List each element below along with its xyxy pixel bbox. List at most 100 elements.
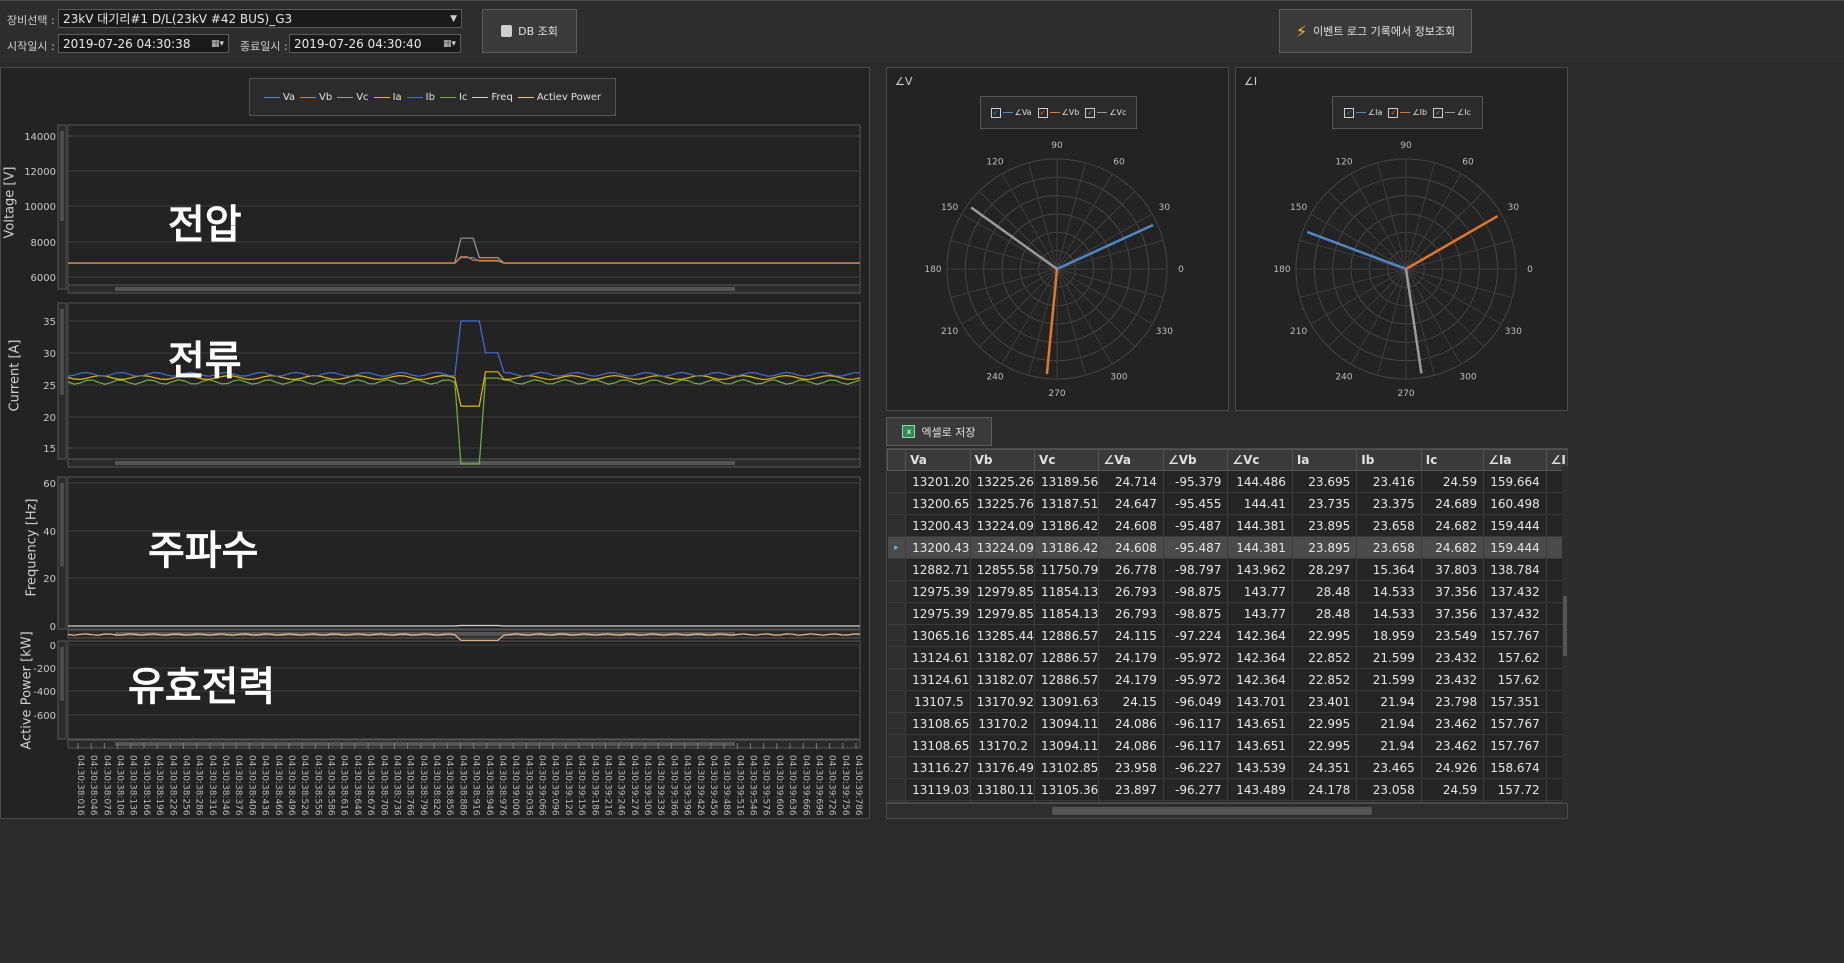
table-cell[interactable]: 24.926 (1421, 756, 1485, 779)
table-cell[interactable]: 157.351 (1483, 690, 1547, 713)
table-cell[interactable]: 12882.712 (905, 558, 971, 581)
table-cell[interactable]: -95.487 (1163, 536, 1229, 559)
equip-select[interactable]: 23kV 대기리#1 D/L(23kV #42 BUS)_G3 ▼ (58, 9, 462, 28)
table-cell[interactable]: 22.852 (1292, 668, 1358, 691)
checkbox-icon[interactable]: ✓ (1037, 107, 1048, 118)
scroll-thumb[interactable] (115, 461, 735, 465)
checkbox-icon[interactable]: ✓ (990, 107, 1001, 118)
table-cell[interactable]: -98.875 (1163, 580, 1229, 603)
column-header[interactable]: Ib (1356, 449, 1422, 471)
table-cell[interactable]: 15.364 (1356, 558, 1422, 581)
checkbox-icon[interactable]: ✓ (1344, 107, 1354, 118)
table-cell[interactable]: -96.117 (1163, 734, 1229, 757)
table-cell[interactable]: 11854.131 (1034, 580, 1100, 603)
polar-legend-item[interactable]: ✓ ∠Vb (1037, 107, 1079, 118)
column-header[interactable]: ∠Vb (1162, 449, 1229, 471)
column-header[interactable]: ∠Va (1098, 449, 1164, 471)
table-cell[interactable]: 24.714 (1098, 470, 1164, 493)
table-cell[interactable]: 13170.2 (970, 712, 1036, 735)
table-cell[interactable]: 23.462 (1421, 734, 1485, 757)
table-cell[interactable]: 23.897 (1098, 778, 1164, 801)
table-row[interactable]: 13119.03413180.11913105.36623.897-96.277… (887, 778, 1567, 801)
calendar-icon[interactable]: ▦▾ (443, 35, 456, 54)
checkbox-icon[interactable]: ✓ (1433, 107, 1444, 118)
table-vertical-scrollbar[interactable] (1562, 466, 1568, 803)
table-cell[interactable]: -97.224 (1163, 624, 1229, 647)
calendar-icon[interactable]: ▦▾ (211, 35, 224, 54)
scroll-thumb[interactable] (60, 309, 64, 395)
table-cell[interactable]: 157.767 (1483, 624, 1547, 647)
table-cell[interactable]: 23.375 (1356, 492, 1422, 515)
table-cell[interactable]: 37.356 (1421, 602, 1485, 625)
table-cell[interactable]: 13200.656 (905, 492, 971, 515)
table-row[interactable]: 13201.20713225.26713189.56324.714-95.379… (887, 470, 1567, 493)
table-cell[interactable]: 144.381 (1227, 536, 1293, 559)
column-header[interactable]: Vc (1034, 449, 1100, 471)
table-cell[interactable]: 24.086 (1098, 734, 1164, 757)
table-cell[interactable]: 23.432 (1421, 668, 1485, 691)
table-cell[interactable]: 13116.276 (905, 756, 971, 779)
table-cell[interactable]: 24.179 (1098, 668, 1164, 691)
table-cell[interactable]: 12979.854 (970, 580, 1036, 603)
table-cell[interactable]: 23.416 (1356, 470, 1422, 493)
table-cell[interactable]: 12975.391 (905, 602, 971, 625)
table-cell[interactable]: 26.793 (1098, 580, 1164, 603)
table-row[interactable]: 13108.65513170.213094.11324.086-96.11714… (887, 712, 1567, 735)
table-cell[interactable]: 22.995 (1292, 624, 1358, 647)
table-row[interactable]: 12975.39112979.85411854.13126.793-98.875… (887, 580, 1567, 603)
table-cell[interactable]: 22.852 (1292, 646, 1358, 669)
polar-legend-item[interactable]: ✓ ∠Ic (1433, 107, 1471, 118)
table-cell[interactable]: 22.995 (1292, 734, 1358, 757)
scroll-thumb[interactable] (60, 647, 64, 701)
table-cell[interactable]: 11750.794 (1034, 558, 1100, 581)
table-cell[interactable]: 13102.852 (1034, 756, 1100, 779)
table-cell[interactable]: 21.599 (1356, 646, 1422, 669)
table-cell[interactable]: 142.364 (1227, 624, 1293, 647)
row-header[interactable] (887, 514, 907, 537)
column-header[interactable]: Ic (1420, 449, 1485, 471)
end-datetime-input[interactable]: 2019-07-26 04:30:40 ▦▾ (289, 34, 461, 53)
scroll-thumb[interactable] (60, 131, 64, 222)
table-cell[interactable]: 159.444 (1483, 514, 1547, 537)
table-row[interactable]: ▸13200.43313224.09213186.42624.608-95.48… (887, 536, 1567, 559)
table-cell[interactable]: -95.487 (1163, 514, 1229, 537)
vscroll-thumb[interactable] (1563, 596, 1567, 656)
table-cell[interactable]: 23.465 (1356, 756, 1422, 779)
table-cell[interactable]: 13124.617 (905, 668, 971, 691)
table-cell[interactable]: 144.381 (1227, 514, 1293, 537)
table-cell[interactable]: 137.432 (1483, 602, 1547, 625)
table-cell[interactable]: 143.962 (1227, 558, 1293, 581)
row-header[interactable] (887, 756, 907, 779)
table-cell[interactable]: 24.59 (1421, 778, 1485, 801)
table-cell[interactable]: 26.778 (1098, 558, 1164, 581)
table-cell[interactable]: -96.049 (1163, 690, 1229, 713)
table-cell[interactable]: 23.462 (1421, 712, 1485, 735)
table-cell[interactable]: 12886.575 (1034, 646, 1100, 669)
table-cell[interactable]: 14.533 (1356, 580, 1422, 603)
table-cell[interactable]: 14.533 (1356, 602, 1422, 625)
table-cell[interactable]: 13182.072 (970, 646, 1036, 669)
table-cell[interactable]: 13105.366 (1034, 778, 1100, 801)
table-cell[interactable]: 157.62 (1483, 668, 1547, 691)
table-row[interactable]: 13107.513170.9213091.63124.15-96.049143.… (887, 690, 1567, 713)
table-cell[interactable]: 13091.631 (1034, 690, 1100, 713)
table-cell[interactable]: 13182.072 (970, 668, 1036, 691)
polar-legend-item[interactable]: ✓ ∠Ia (1344, 107, 1382, 118)
row-header[interactable] (887, 580, 907, 603)
row-header[interactable] (887, 712, 907, 735)
row-header[interactable] (887, 646, 907, 669)
table-cell[interactable]: 24.178 (1292, 778, 1358, 801)
column-header[interactable]: Vb (969, 449, 1036, 471)
scroll-thumb[interactable] (115, 742, 735, 746)
table-cell[interactable]: 143.539 (1227, 756, 1293, 779)
table-cell[interactable]: 157.767 (1483, 734, 1547, 757)
table-cell[interactable]: 23.658 (1356, 536, 1422, 559)
table-cell[interactable]: 144.41 (1227, 492, 1293, 515)
table-cell[interactable]: 23.735 (1292, 492, 1358, 515)
table-cell[interactable]: -96.227 (1163, 756, 1229, 779)
table-cell[interactable]: 157.767 (1483, 712, 1547, 735)
table-cell[interactable]: 11854.131 (1034, 602, 1100, 625)
table-cell[interactable]: 18.959 (1356, 624, 1422, 647)
row-header[interactable] (887, 492, 907, 515)
table-cell[interactable]: 24.59 (1421, 470, 1485, 493)
